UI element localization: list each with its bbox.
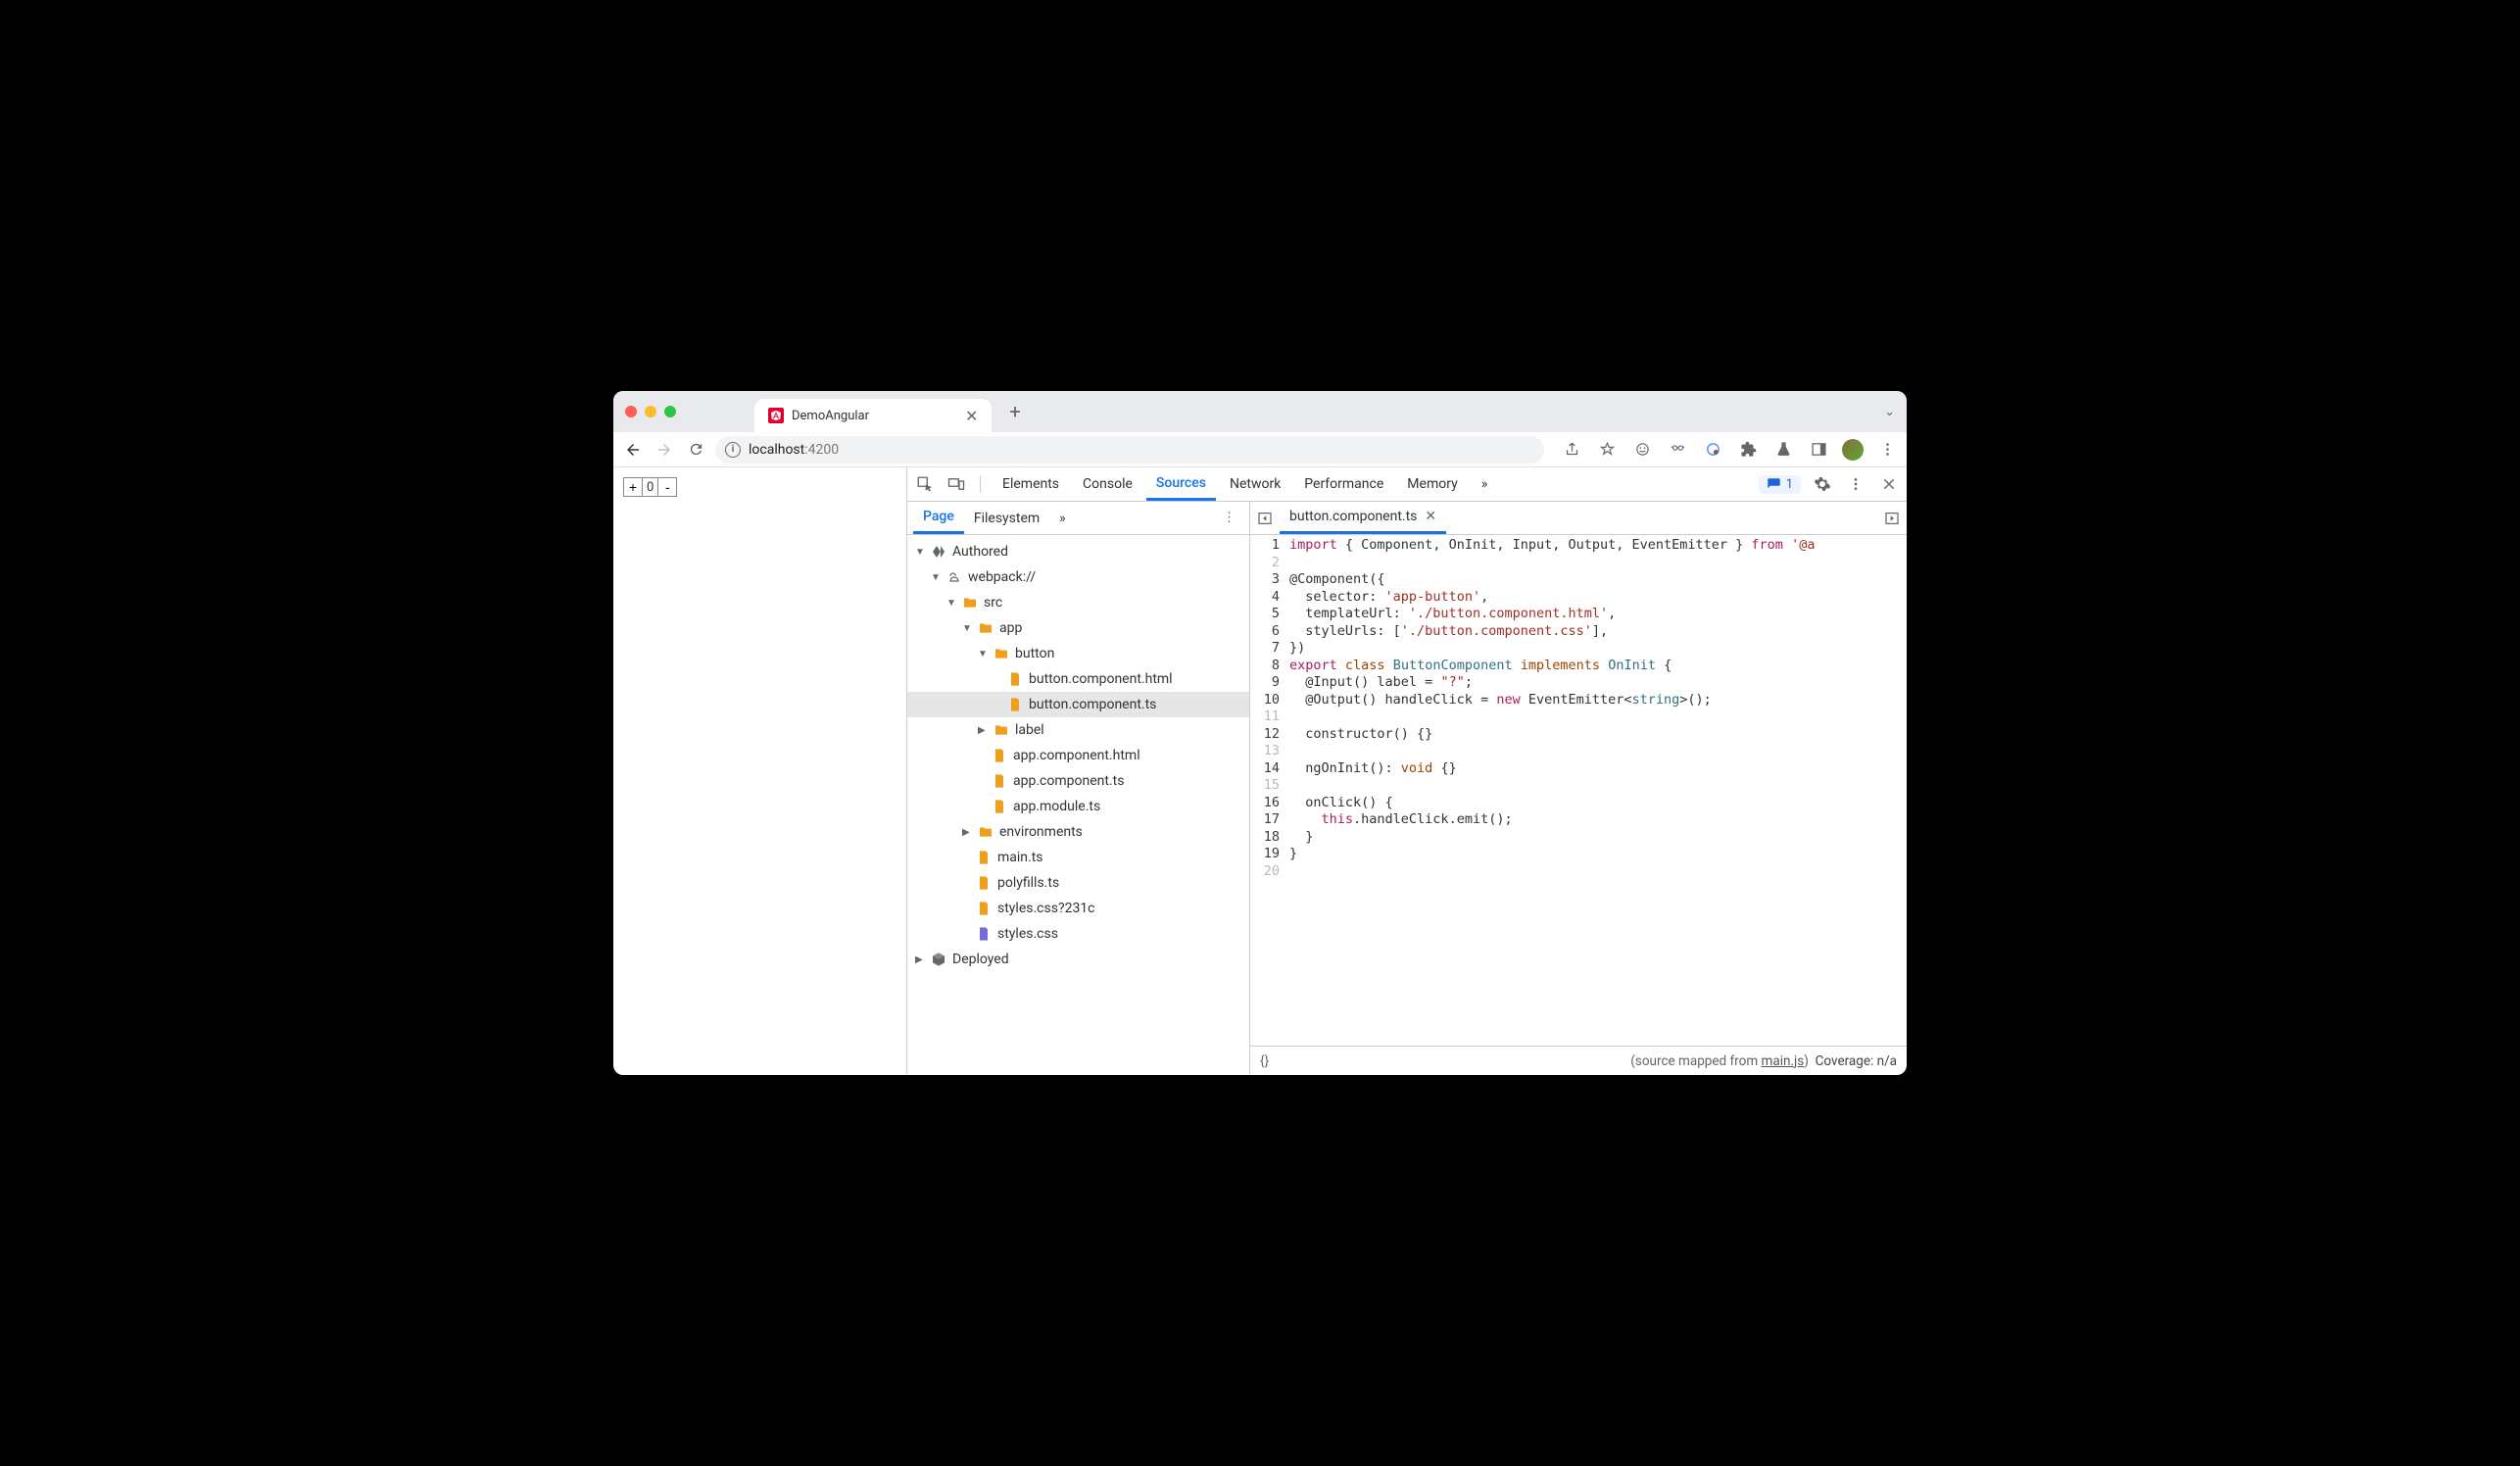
devtools-menu-icon[interactable] [1844,472,1867,496]
tree-polyfills-ts[interactable]: polyfills.ts [907,870,1249,896]
back-button[interactable] [621,438,645,462]
sources-navigator: Page Filesystem » ⋮ ▼Authored ▼webpack:/… [907,502,1250,1075]
tree-environments[interactable]: ▶environments [907,819,1249,845]
tree-app-module-ts[interactable]: app.module.ts [907,794,1249,819]
navigator-tabs: Page Filesystem » ⋮ [907,502,1249,535]
counter-widget: + 0 - [623,477,897,497]
tree-main-ts[interactable]: main.ts [907,845,1249,870]
counter-minus-button[interactable]: - [657,477,677,497]
tree-webpack[interactable]: ▼webpack:// [907,564,1249,590]
share-icon[interactable] [1560,438,1583,462]
counter-plus-button[interactable]: + [623,477,643,497]
tab-network[interactable]: Network [1220,467,1290,501]
tree-label-folder[interactable]: ▶label [907,717,1249,743]
toggle-navigator-icon[interactable] [1250,511,1280,526]
inspect-element-icon[interactable] [913,472,937,496]
source-map-link[interactable]: main.js [1762,1053,1805,1069]
line-gutter: 1234567891011121314151617181920 [1250,535,1285,1046]
tab-memory[interactable]: Memory [1397,467,1467,501]
site-info-icon[interactable]: i [725,442,741,458]
traffic-lights[interactable] [625,406,676,417]
forward-button[interactable] [653,438,676,462]
angular-favicon [768,408,784,423]
tabs-dropdown-button[interactable]: ⌄ [1884,405,1895,419]
tree-styles-css[interactable]: styles.css [907,921,1249,947]
editor-tabs: button.component.ts ✕ [1250,502,1907,535]
tree-src[interactable]: ▼src [907,590,1249,615]
navigator-menu-icon[interactable]: ⋮ [1215,511,1243,525]
subtab-filesystem[interactable]: Filesystem [964,502,1049,534]
devtools-tabs: Elements Console Sources Network Perform… [993,467,1751,501]
editor-pane: button.component.ts ✕ 123456789101112131… [1250,502,1907,1075]
tree-deployed[interactable]: ▶Deployed [907,947,1249,972]
tree-button-ts[interactable]: button.component.ts [907,692,1249,717]
bookmark-star-icon[interactable] [1595,438,1619,462]
url-bar: i localhost:4200 [613,432,1907,467]
file-tree: ▼Authored ▼webpack:// ▼src ▼app ▼button … [907,535,1249,1075]
side-panel-icon[interactable] [1807,438,1830,462]
issues-button[interactable]: 1 [1759,475,1801,494]
tree-app-component-ts[interactable]: app.component.ts [907,768,1249,794]
reload-button[interactable] [684,438,707,462]
close-editor-tab-icon[interactable]: ✕ [1425,509,1436,524]
tree-button-html[interactable]: button.component.html [907,666,1249,692]
tree-button-folder[interactable]: ▼button [907,641,1249,666]
tab-performance[interactable]: Performance [1294,467,1393,501]
maximize-window-button[interactable] [664,406,676,417]
profile-avatar[interactable] [1842,439,1864,461]
extension-icon-1[interactable] [1630,438,1654,462]
extensions-puzzle-icon[interactable] [1736,438,1760,462]
close-window-button[interactable] [625,406,637,417]
tree-styles-css-v[interactable]: styles.css?231c [907,896,1249,921]
subtab-overflow-icon[interactable]: » [1049,502,1076,534]
devtools-panel: Elements Console Sources Network Perform… [907,467,1907,1075]
minimize-window-button[interactable] [645,406,656,417]
url-text: localhost:4200 [749,442,839,458]
counter-value: 0 [642,477,658,497]
editor-tab-label: button.component.ts [1289,509,1417,524]
close-tab-button[interactable]: ✕ [965,407,978,425]
pretty-print-icon[interactable]: {} [1260,1053,1269,1069]
code-content[interactable]: import { Component, OnInit, Input, Outpu… [1285,535,1907,1046]
omnibox[interactable]: i localhost:4200 [715,436,1544,464]
page-content: + 0 - [613,467,907,1075]
tree-authored[interactable]: ▼Authored [907,539,1249,564]
tab-elements[interactable]: Elements [993,467,1069,501]
statusbar-info: (source mapped from main.js) Coverage: n… [1630,1053,1897,1069]
tree-app-component-html[interactable]: app.component.html [907,743,1249,768]
toggle-debugger-icon[interactable] [1877,511,1907,526]
titlebar: DemoAngular ✕ + ⌄ [613,391,1907,432]
device-toolbar-icon[interactable] [945,472,968,496]
code-editor[interactable]: 1234567891011121314151617181920 import {… [1250,535,1907,1046]
tabs-overflow-icon[interactable]: » [1472,467,1498,501]
subtab-page[interactable]: Page [913,502,964,534]
settings-gear-icon[interactable] [1811,472,1834,496]
tab-sources[interactable]: Sources [1146,467,1216,501]
chrome-menu-icon[interactable] [1875,438,1899,462]
close-devtools-icon[interactable] [1877,472,1901,496]
extension-icon-2[interactable] [1666,438,1689,462]
extension-icon-3[interactable] [1701,438,1724,462]
browser-window: DemoAngular ✕ + ⌄ i localhost:4200 [613,391,1907,1075]
devtools-toolbar: Elements Console Sources Network Perform… [907,467,1907,502]
browser-tab[interactable]: DemoAngular ✕ [754,399,992,432]
new-tab-button[interactable]: + [1009,400,1020,423]
tree-app[interactable]: ▼app [907,615,1249,641]
editor-statusbar: {} (source mapped from main.js) Coverage… [1250,1046,1907,1075]
editor-tab-active[interactable]: button.component.ts ✕ [1280,502,1446,534]
labs-flask-icon[interactable] [1771,438,1795,462]
tab-console[interactable]: Console [1073,467,1142,501]
tab-title: DemoAngular [792,409,869,423]
